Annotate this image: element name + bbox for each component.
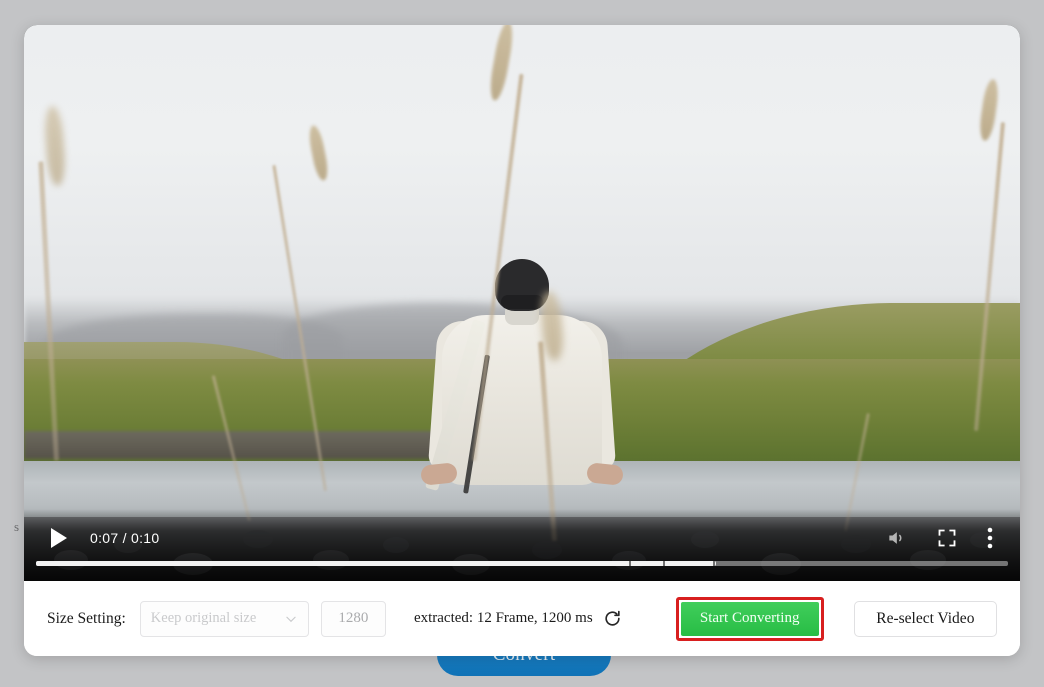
play-button[interactable] — [48, 526, 70, 550]
size-setting-select-value: Keep original size — [150, 610, 257, 626]
play-icon — [51, 528, 67, 548]
player-controls: 0:07 / 0:10 — [24, 509, 1020, 581]
reselect-video-button[interactable]: Re-select Video — [853, 600, 998, 637]
person-in-video — [420, 258, 624, 509]
player-controls-row: 0:07 / 0:10 — [24, 521, 1020, 555]
chevron-down-icon — [286, 616, 296, 622]
more-vertical-icon — [987, 527, 993, 549]
fullscreen-button[interactable] — [937, 528, 957, 548]
width-input[interactable]: 1280 — [320, 600, 386, 637]
progress-bar[interactable] — [36, 561, 1008, 566]
video-frame — [24, 25, 1020, 581]
settings-bar: Size Setting: Keep original size 1280 ex… — [24, 581, 1020, 656]
refresh-icon — [605, 610, 620, 626]
size-setting-label: Size Setting: — [47, 609, 126, 627]
chapter-marker — [628, 561, 631, 566]
more-options-button[interactable] — [987, 527, 993, 549]
extracted-info-label: extracted: 12 Frame, 1200 ms — [413, 610, 593, 626]
video-player[interactable]: 0:07 / 0:10 — [24, 25, 1020, 581]
time-display: 0:07 / 0:10 — [90, 530, 160, 546]
size-setting-select[interactable]: Keep original size — [139, 600, 309, 637]
chapter-marker — [712, 561, 715, 566]
volume-button[interactable] — [885, 528, 907, 548]
start-converting-highlight: Start Converting — [675, 596, 824, 641]
progress-bar-fill — [36, 561, 717, 566]
player-right-controls — [885, 527, 993, 549]
chapter-marker — [662, 561, 665, 566]
start-converting-button[interactable]: Start Converting — [680, 601, 819, 636]
video-converter-modal: 0:07 / 0:10 Size Setting: Keep original … — [24, 25, 1020, 656]
refresh-button[interactable] — [603, 609, 622, 628]
volume-icon — [889, 532, 902, 544]
fullscreen-icon — [938, 529, 956, 547]
